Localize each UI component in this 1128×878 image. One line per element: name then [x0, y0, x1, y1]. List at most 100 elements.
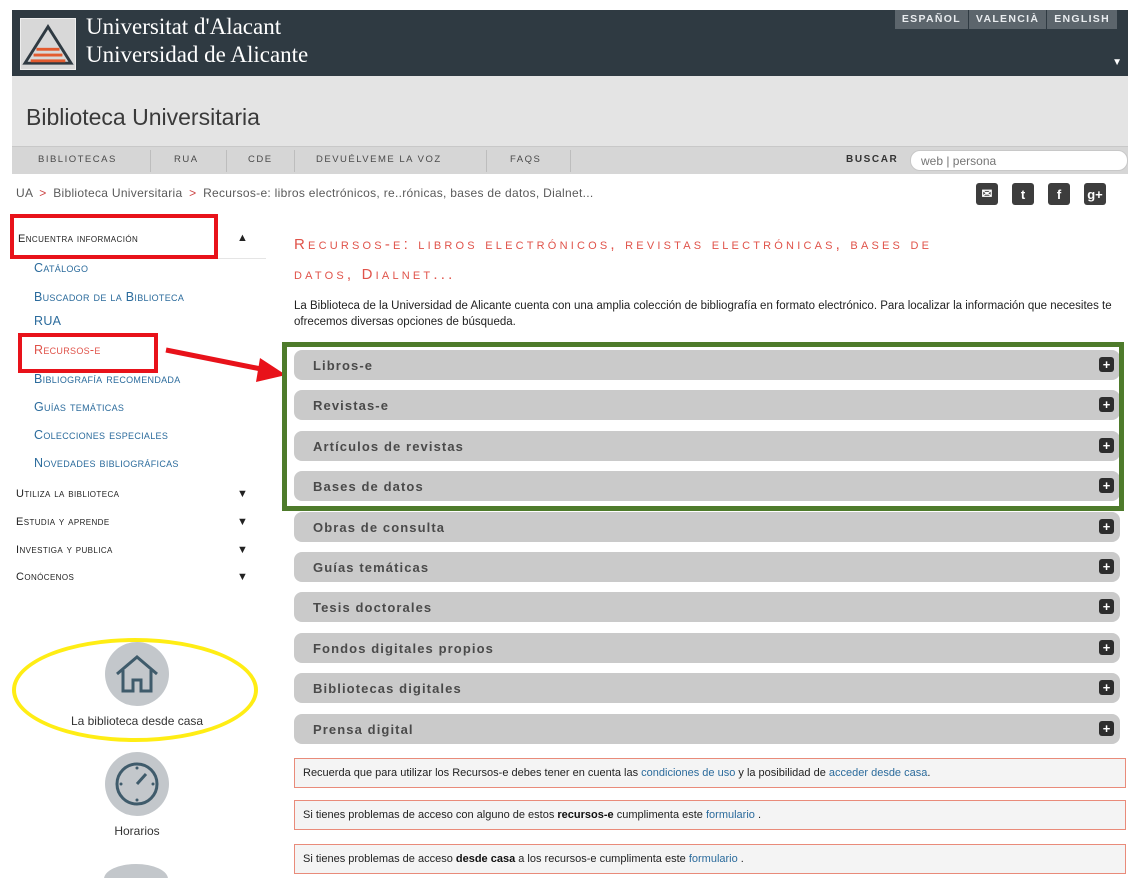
notice-bold: recursos-e: [557, 809, 614, 821]
facebook-icon[interactable]: f: [1048, 183, 1070, 205]
breadcrumb-separator: >: [39, 186, 47, 200]
nav-divider: [486, 150, 487, 172]
caret-down-icon[interactable]: ▼: [237, 516, 248, 528]
sidebar-section-utiliza[interactable]: Utiliza la biblioteca: [16, 488, 119, 500]
lang-english[interactable]: ENGLISH: [1047, 10, 1118, 29]
notice-text: .: [754, 809, 762, 821]
caret-down-icon[interactable]: ▼: [237, 488, 248, 500]
tile-label: La biblioteca desde casa: [70, 714, 204, 728]
sidebar-item-catalogo[interactable]: Catálogo: [34, 261, 88, 275]
nav-divider: [570, 150, 571, 172]
notice-text: Recuerda que para utilizar los Recursos-…: [303, 767, 642, 779]
notice-home-access: Si tienes problemas de acceso desde casa…: [294, 844, 1126, 874]
accordion-label: Fondos digitales propios: [313, 640, 494, 656]
sidebar-section-investiga[interactable]: Investiga y publica: [16, 544, 113, 556]
plus-icon[interactable]: +: [1099, 639, 1114, 655]
intro-text: La Biblioteca de la Universidad de Alica…: [294, 300, 1112, 328]
library-title[interactable]: Biblioteca Universitaria: [26, 104, 260, 131]
notice-access-problems: Si tienes problemas de acceso con alguno…: [294, 800, 1126, 830]
page-title-line1: Recursos-e: libros electrónicos, revista…: [294, 236, 933, 253]
sidebar-item-buscador[interactable]: Buscador de la Biblioteca: [34, 290, 184, 304]
university-name[interactable]: Universitat d'Alacant Universidad de Ali…: [86, 13, 308, 69]
notice-bold: desde casa: [455, 853, 516, 865]
page-title: Recursos-e: libros electrónicos, revista…: [294, 230, 1124, 290]
plus-icon[interactable]: +: [1099, 518, 1114, 534]
breadcrumb: UA > Biblioteca Universitaria > Recursos…: [16, 186, 594, 200]
breadcrumb-separator: >: [189, 186, 197, 200]
tile-partial[interactable]: [104, 864, 168, 878]
sidebar-item-bibliografia[interactable]: Bibliografía recomendada: [34, 372, 181, 386]
library-nav: BIBLIOTECAS RUA CDE DEVUÉLVEME LA VOZ FA…: [12, 146, 1128, 174]
university-name-valencian: Universitat d'Alacant: [86, 14, 282, 39]
university-name-spanish: Universidad de Alicante: [86, 42, 309, 67]
accordion-item-bibliotecas-digitales[interactable]: Bibliotecas digitales +: [294, 673, 1120, 704]
notice-text: cumplimenta este: [613, 809, 706, 821]
accordion-item-obras-de-consulta[interactable]: Obras de consulta +: [294, 511, 1120, 542]
inbox-icon[interactable]: ✉: [976, 183, 998, 205]
notice-text: a los recursos-e cumplimenta este: [515, 853, 689, 865]
sidebar-section-conocenos[interactable]: Conócenos: [16, 571, 74, 583]
accordion-label: Bibliotecas digitales: [313, 681, 462, 697]
twitter-icon[interactable]: t: [1012, 183, 1034, 205]
arrow-icon: [165, 347, 286, 382]
accordion-item-prensa-digital[interactable]: Prensa digital +: [294, 713, 1120, 744]
language-selector: ESPAÑOL VALENCIÀ ENGLISH: [894, 10, 1118, 29]
link-formulario-casa[interactable]: formulario: [689, 853, 738, 865]
accordion-label: Obras de consulta: [313, 519, 446, 535]
accordion-item-fondos-digitales[interactable]: Fondos digitales propios +: [294, 632, 1120, 663]
search-input[interactable]: [910, 150, 1128, 171]
sidebar-item-rua[interactable]: RUA: [34, 314, 61, 328]
sidebar-section-estudia[interactable]: Estudia y aprende: [16, 516, 110, 528]
accordion-label: Guías temáticas: [313, 559, 430, 575]
nav-divider: [226, 150, 227, 172]
highlight-box-recursos: [18, 333, 158, 373]
link-condiciones-de-uso[interactable]: condiciones de uso: [641, 767, 735, 779]
lang-valencian[interactable]: VALENCIÀ: [968, 10, 1048, 29]
house-icon: [105, 642, 169, 706]
breadcrumb-biblioteca[interactable]: Biblioteca Universitaria: [53, 186, 182, 200]
tile-label: Horarios: [114, 824, 160, 838]
google-plus-icon[interactable]: g+: [1084, 183, 1106, 205]
notice-text: Si tienes problemas de acceso con alguno…: [303, 809, 558, 821]
nav-devuelveme-la-voz[interactable]: DEVUÉLVEME LA VOZ: [316, 154, 442, 165]
university-logo[interactable]: [20, 18, 76, 70]
search-label: BUSCAR: [846, 154, 899, 165]
social-links: ✉ t f g+: [976, 183, 1106, 205]
tile-horarios[interactable]: Horarios: [52, 752, 222, 838]
nav-bibliotecas[interactable]: BIBLIOTECAS: [38, 154, 117, 165]
link-formulario[interactable]: formulario: [706, 809, 755, 821]
caret-down-icon[interactable]: ▼: [237, 544, 248, 556]
plus-icon[interactable]: +: [1099, 680, 1114, 696]
nav-cde[interactable]: CDE: [248, 154, 273, 165]
link-acceder-desde-casa[interactable]: acceder desde casa: [829, 767, 927, 779]
plus-icon[interactable]: +: [1099, 720, 1114, 736]
accordion-item-tesis[interactable]: Tesis doctorales +: [294, 592, 1120, 623]
accordion-label: Prensa digital: [313, 721, 414, 737]
university-logo-icon: [22, 23, 74, 65]
notice-text: .: [737, 853, 744, 865]
nav-rua[interactable]: RUA: [174, 154, 199, 165]
chevron-down-icon[interactable]: ▼: [1112, 57, 1122, 68]
page-title-line2: datos, Dialnet...: [294, 266, 456, 283]
tile-desde-casa[interactable]: La biblioteca desde casa: [52, 642, 222, 728]
breadcrumb-current: Recursos-e: libros electrónicos, re..rón…: [203, 186, 594, 200]
notice-text: y la posibilidad de: [735, 767, 829, 779]
caret-down-icon[interactable]: ▼: [237, 571, 248, 583]
notice-text: .: [927, 767, 931, 779]
nav-divider: [150, 150, 151, 172]
plus-icon[interactable]: +: [1099, 558, 1114, 574]
sidebar-item-novedades[interactable]: Novedades bibliográficas: [34, 456, 179, 470]
notice-text: Si tienes problemas de acceso: [303, 853, 456, 865]
plus-icon[interactable]: +: [1099, 599, 1114, 615]
accordion-label: Tesis doctorales: [313, 600, 433, 616]
university-header: Universitat d'Alacant Universidad de Ali…: [12, 10, 1128, 76]
breadcrumb-ua[interactable]: UA: [16, 186, 33, 200]
accordion-item-guias-tematicas[interactable]: Guías temáticas +: [294, 551, 1120, 582]
nav-faqs[interactable]: FAQS: [510, 154, 541, 165]
highlight-box-encuentra: [10, 214, 218, 259]
lang-spanish[interactable]: ESPAÑOL: [894, 10, 969, 29]
sidebar-item-guias[interactable]: Guías temáticas: [34, 400, 124, 414]
sidebar-item-colecciones[interactable]: Colecciones especiales: [34, 428, 168, 442]
caret-up-icon[interactable]: ▲: [237, 232, 248, 244]
notice-conditions: Recuerda que para utilizar los Recursos-…: [294, 758, 1126, 788]
